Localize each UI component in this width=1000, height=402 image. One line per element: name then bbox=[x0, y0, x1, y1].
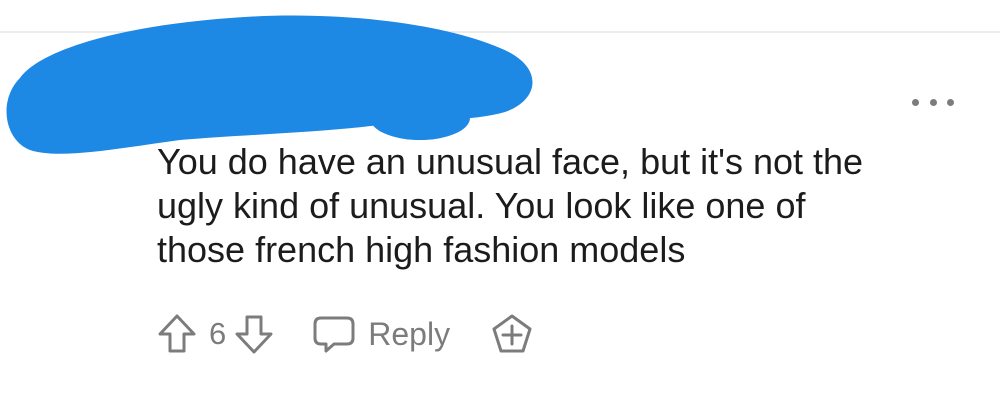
vote-score: 6 bbox=[209, 316, 227, 351]
dot bbox=[912, 98, 919, 106]
downvote-icon[interactable] bbox=[234, 313, 274, 355]
upvote-icon[interactable] bbox=[157, 313, 197, 355]
dot bbox=[929, 98, 937, 106]
dot bbox=[947, 98, 954, 106]
comment-actions: 6 Reply bbox=[157, 313, 534, 355]
award-plus-icon[interactable] bbox=[490, 313, 534, 355]
more-options-icon[interactable] bbox=[912, 92, 954, 112]
speech-bubble-icon bbox=[313, 316, 355, 353]
comment-card: You do have an unusual face, but it's no… bbox=[0, 0, 1000, 402]
reply-label: Reply bbox=[368, 315, 451, 352]
reply-button[interactable]: Reply bbox=[312, 314, 450, 354]
comment-text: You do have an unusual face, but it's no… bbox=[157, 141, 864, 270]
